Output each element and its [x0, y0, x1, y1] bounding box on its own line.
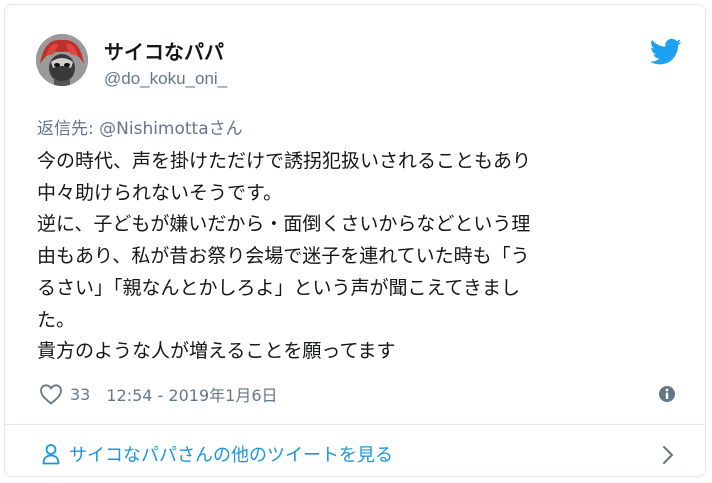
tweet-text-line: 逆に、子どもが嫌いだから・面倒くさいからなどという理 — [37, 213, 531, 236]
tweet-text-line: るさい」「親なんとかしろよ」という声が聞こえてきまし — [37, 276, 520, 299]
divider — [5, 424, 705, 425]
tweet-text-line: 貴方のような人が増えることを願ってます — [37, 340, 396, 363]
person-icon — [42, 444, 60, 465]
more-tweets-label[interactable]: サイコなパパさんの他のツイートを見る — [69, 441, 393, 467]
reply-context: 返信先: @Nishimottaさん — [37, 114, 243, 139]
info-icon[interactable] — [657, 384, 677, 404]
like-count[interactable]: 33 — [70, 385, 90, 404]
twitter-bird-icon[interactable] — [650, 38, 682, 66]
tweet-text: 今の時代、声を掛けただけで誘拐犯扱いされることもあり 中々助けられないそうです。… — [37, 146, 677, 368]
chevron-right-icon[interactable] — [660, 444, 676, 466]
user-handle[interactable]: @do_koku_oni_ — [104, 69, 227, 89]
tweet-meta: 33 12:54 - 2019年1月6日 — [39, 381, 278, 407]
display-name[interactable]: サイコなパパ — [104, 36, 224, 65]
avatar[interactable] — [36, 34, 88, 86]
tweet-text-line: 由もあり、私が昔お祭り会場で迷子を連れていた時も「う — [37, 245, 530, 268]
heart-icon[interactable] — [39, 383, 63, 405]
tweet-timestamp[interactable]: 12:54 - 2019年1月6日 — [106, 382, 277, 406]
reply-suffix: さん — [208, 119, 243, 139]
tweet-text-line: 今の時代、声を掛けただけで誘拐犯扱いされることもあり — [37, 150, 532, 172]
tweet-card: サイコなパパ @do_koku_oni_ 返信先: @Nishimottaさん … — [4, 4, 706, 477]
tweet-text-line: た。 — [37, 308, 76, 331]
reply-prefix: 返信先: — [37, 119, 100, 139]
reply-mention-link[interactable]: @Nishimotta — [99, 119, 209, 139]
tweet-text-line: 中々助けられないそうです。 — [37, 181, 283, 204]
more-tweets-link[interactable]: サイコなパパさんの他のツイートを見る — [41, 441, 393, 467]
